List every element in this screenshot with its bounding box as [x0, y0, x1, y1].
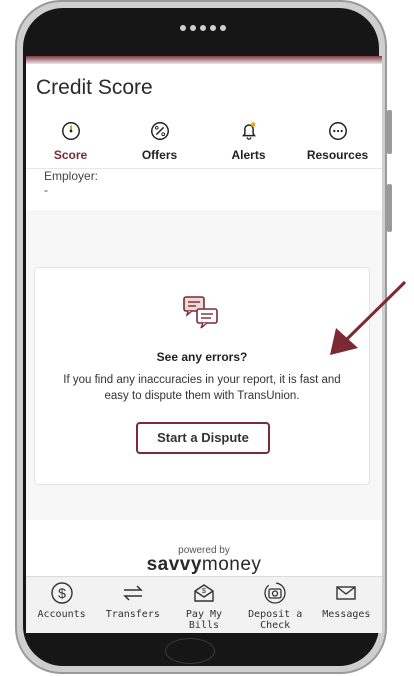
nav-accounts[interactable]: $ Accounts — [27, 577, 97, 633]
tab-label: Score — [53, 148, 88, 162]
volume-button — [387, 110, 392, 154]
nav-label: Deposit a Check — [248, 609, 303, 631]
tab-label: Resources — [306, 148, 369, 162]
tab-bar: Score Offers Alerts Resources — [26, 104, 382, 169]
powered-by-logo: powered by savvymoney — [26, 545, 382, 574]
gauge-icon — [61, 122, 80, 140]
app-screen: Credit Score Score Offers Alerts Resourc… — [26, 56, 382, 633]
nav-label: Messages — [322, 609, 371, 620]
percent-icon — [150, 122, 169, 140]
report-section: Employer: - — [26, 169, 382, 209]
brand-light: money — [201, 554, 262, 575]
tab-score[interactable]: Score — [31, 120, 111, 168]
chat-bubbles-icon — [183, 296, 218, 329]
pointer-arrow-icon — [330, 280, 407, 355]
nav-pay-bills[interactable]: $ Pay My Bills — [169, 577, 239, 633]
more-icon — [328, 122, 347, 140]
brand-logo: savvymoney — [26, 554, 382, 575]
speaker-icon — [180, 25, 226, 33]
employer-value: - — [44, 183, 48, 197]
card-title: See any errors? — [156, 350, 248, 364]
tab-label: Alerts — [231, 148, 266, 162]
power-button — [387, 184, 392, 232]
bills-icon: $ — [194, 584, 214, 602]
nav-deposit-check[interactable]: Deposit a Check — [240, 577, 310, 633]
nav-messages[interactable]: Messages — [311, 577, 381, 633]
dollar-icon: $ — [50, 582, 73, 604]
svg-text:$: $ — [58, 585, 66, 601]
tab-resources[interactable]: Resources — [298, 120, 378, 168]
transfer-icon — [122, 585, 143, 601]
tab-label: Offers — [141, 148, 178, 162]
camera-icon — [264, 582, 286, 604]
svg-text:$: $ — [202, 588, 206, 595]
bell-icon — [241, 122, 256, 140]
nav-label: Pay My Bills — [185, 609, 223, 631]
dispute-card: See any errors? If you find any inaccura… — [34, 267, 370, 485]
page-title: Credit Score — [36, 76, 153, 99]
tab-alerts[interactable]: Alerts — [209, 120, 289, 168]
brand-bold: savvy — [146, 554, 202, 575]
employer-label: Employer: — [44, 169, 99, 183]
nav-label: Accounts — [37, 609, 86, 620]
envelope-icon — [336, 586, 357, 600]
nav-label: Transfers — [105, 609, 160, 620]
home-button[interactable] — [165, 638, 215, 664]
status-bar — [26, 56, 382, 64]
start-dispute-button[interactable]: Start a Dispute — [136, 422, 270, 454]
bottom-nav: $ Accounts Transfers $ Pay My Bills Depo… — [26, 576, 382, 633]
card-description: If you find any inaccuracies in your rep… — [63, 374, 341, 402]
tab-offers[interactable]: Offers — [120, 120, 200, 168]
nav-transfers[interactable]: Transfers — [98, 577, 168, 633]
